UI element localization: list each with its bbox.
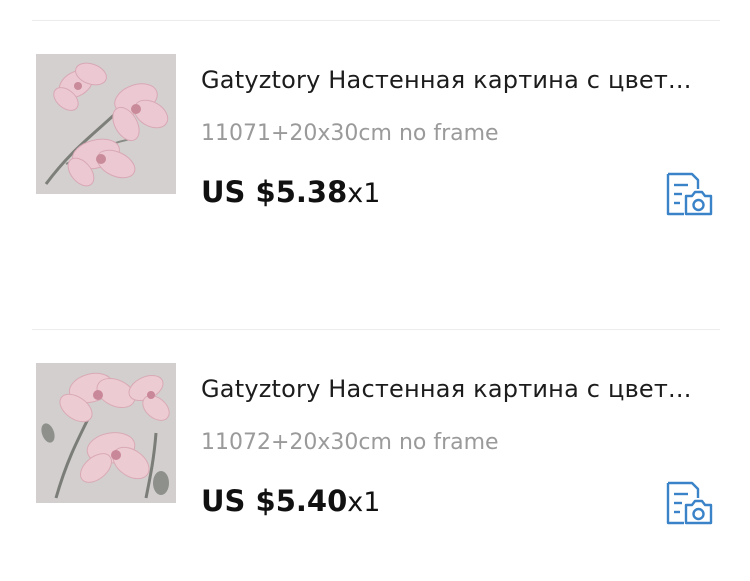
document-camera-icon[interactable]	[664, 480, 714, 526]
product-price: US $5.40	[201, 484, 348, 518]
pink-flower-painting-thumbnail	[36, 54, 176, 194]
order-item[interactable]: Gatyztory Настенная картина с цвет... 11…	[0, 309, 750, 525]
price-row: US $5.40x1	[201, 484, 380, 518]
pink-flower-painting-thumbnail	[36, 363, 176, 503]
product-quantity: x1	[347, 178, 381, 209]
product-thumbnail[interactable]	[36, 363, 176, 503]
price-row: US $5.38x1	[201, 175, 380, 209]
product-thumbnail[interactable]	[36, 54, 176, 194]
product-variant: 11072+20x30cm no frame	[201, 430, 499, 455]
product-title[interactable]: Gatyztory Настенная картина с цвет...	[201, 375, 711, 403]
order-item[interactable]: Gatyztory Настенная картина с цвет... 11…	[0, 0, 750, 216]
product-quantity: x1	[347, 487, 381, 518]
product-title[interactable]: Gatyztory Настенная картина с цвет...	[201, 66, 711, 94]
product-variant: 11071+20x30cm no frame	[201, 121, 499, 146]
document-camera-icon[interactable]	[664, 171, 714, 217]
product-price: US $5.38	[201, 175, 348, 209]
